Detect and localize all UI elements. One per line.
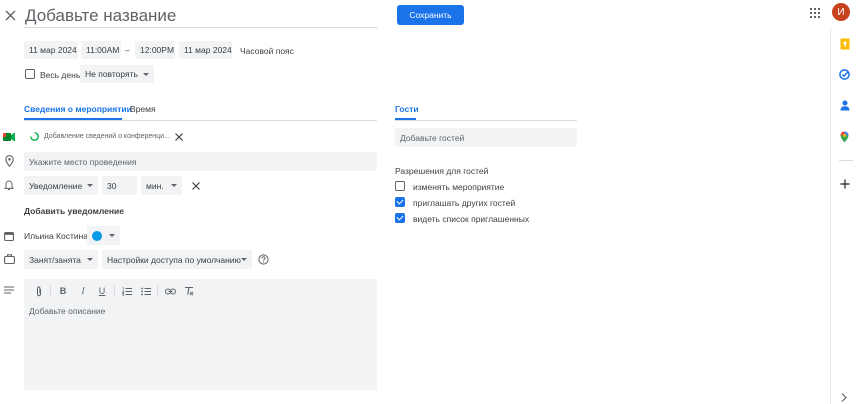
add-notification-button[interactable]: Добавить уведомление — [24, 206, 124, 216]
chevron-right-icon[interactable] — [838, 391, 850, 403]
toolbar-divider — [157, 285, 158, 297]
italic-icon[interactable]: I — [77, 285, 89, 297]
guest-permissions-title: Разрешения для гостей — [395, 166, 489, 176]
description-lines-icon — [2, 283, 16, 297]
bulleted-list-icon[interactable] — [140, 285, 152, 297]
chevron-down-icon — [109, 234, 115, 237]
description-placeholder: Добавьте описание — [29, 306, 106, 316]
permission-invite-checkbox[interactable] — [395, 197, 405, 207]
apps-grid-icon[interactable] — [808, 6, 822, 20]
timezone-button[interactable]: Часовой пояс — [240, 46, 294, 56]
time-range-dash: – — [125, 45, 130, 55]
permission-invite-label: приглашать других гостей — [413, 198, 516, 208]
attachment-icon[interactable] — [33, 285, 45, 297]
permission-modify-label: изменять мероприятие — [413, 182, 505, 192]
chevron-down-icon — [143, 72, 149, 76]
calendar-color-dropdown[interactable] — [87, 226, 120, 245]
notification-value-input[interactable]: 30 — [102, 176, 137, 195]
bold-icon[interactable]: B — [57, 285, 69, 297]
save-button[interactable]: Сохранить — [397, 5, 464, 25]
start-time-button[interactable]: 11:00AM — [81, 41, 121, 59]
start-date-button[interactable]: 11 мар 2024 — [24, 41, 78, 59]
bell-icon — [2, 178, 16, 192]
help-icon[interactable] — [257, 253, 269, 265]
tab-event-details[interactable]: Сведения о мероприятии — [24, 104, 132, 114]
title-placeholder: Добавьте название — [25, 6, 177, 25]
chevron-down-icon — [171, 184, 177, 187]
loading-spinner-icon — [29, 131, 39, 141]
permission-see-list-label: видеть список приглашенных — [413, 214, 530, 224]
add-addon-plus-icon[interactable] — [838, 177, 851, 190]
all-day-checkbox[interactable] — [25, 69, 35, 79]
keep-icon[interactable] — [838, 37, 851, 50]
maps-icon[interactable] — [838, 130, 851, 143]
meet-icon — [2, 130, 16, 144]
side-panel-divider — [839, 160, 853, 161]
tasks-icon[interactable] — [838, 68, 851, 81]
briefcase-icon — [2, 252, 16, 266]
conference-status: Добавление сведений о конференци... — [44, 133, 170, 140]
numbered-list-icon[interactable] — [121, 285, 133, 297]
side-panel — [830, 28, 860, 404]
chevron-down-icon — [87, 184, 93, 187]
color-dot — [92, 230, 102, 241]
close-icon[interactable] — [3, 8, 17, 22]
end-time-button[interactable]: 12:00PM — [135, 41, 175, 59]
contacts-icon[interactable] — [838, 99, 851, 112]
repeat-dropdown[interactable]: Не повторять — [80, 65, 154, 83]
toolbar-divider — [50, 285, 51, 297]
tabs-divider — [24, 120, 377, 121]
tab-guests[interactable]: Гости — [395, 104, 419, 114]
permission-see-list-checkbox[interactable] — [395, 213, 405, 223]
remove-notification-close-icon[interactable] — [190, 180, 201, 191]
add-guests-input[interactable]: Добавьте гостей — [395, 128, 577, 147]
location-input[interactable]: Укажите место проведения — [24, 152, 377, 171]
chevron-down-icon — [241, 258, 247, 261]
chevron-down-icon — [87, 258, 93, 261]
guests-divider — [395, 120, 577, 121]
location-pin-icon — [2, 154, 16, 168]
avatar[interactable]: И — [832, 3, 850, 21]
permission-modify-checkbox[interactable] — [395, 181, 405, 191]
link-icon[interactable] — [164, 285, 176, 297]
visibility-dropdown[interactable]: Настройки доступа по умолчанию — [102, 250, 252, 269]
calendar-icon — [2, 229, 16, 243]
title-input[interactable]: Добавьте название — [24, 4, 378, 28]
tab-time[interactable]: Время — [130, 104, 156, 114]
underline-icon[interactable]: U — [96, 285, 108, 297]
remove-conference-close-icon[interactable] — [173, 131, 184, 142]
busy-status-dropdown[interactable]: Занят/занята — [24, 250, 98, 269]
all-day-label: Весь день — [40, 70, 81, 80]
calendar-owner-name: Ильина Костина — [24, 231, 89, 241]
clear-formatting-icon[interactable] — [183, 285, 195, 297]
notification-type-dropdown[interactable]: Уведомление — [24, 176, 98, 195]
toolbar-divider — [114, 285, 115, 297]
notification-unit-dropdown[interactable]: мин. — [141, 176, 182, 195]
end-date-button[interactable]: 11 мар 2024 — [179, 41, 232, 59]
